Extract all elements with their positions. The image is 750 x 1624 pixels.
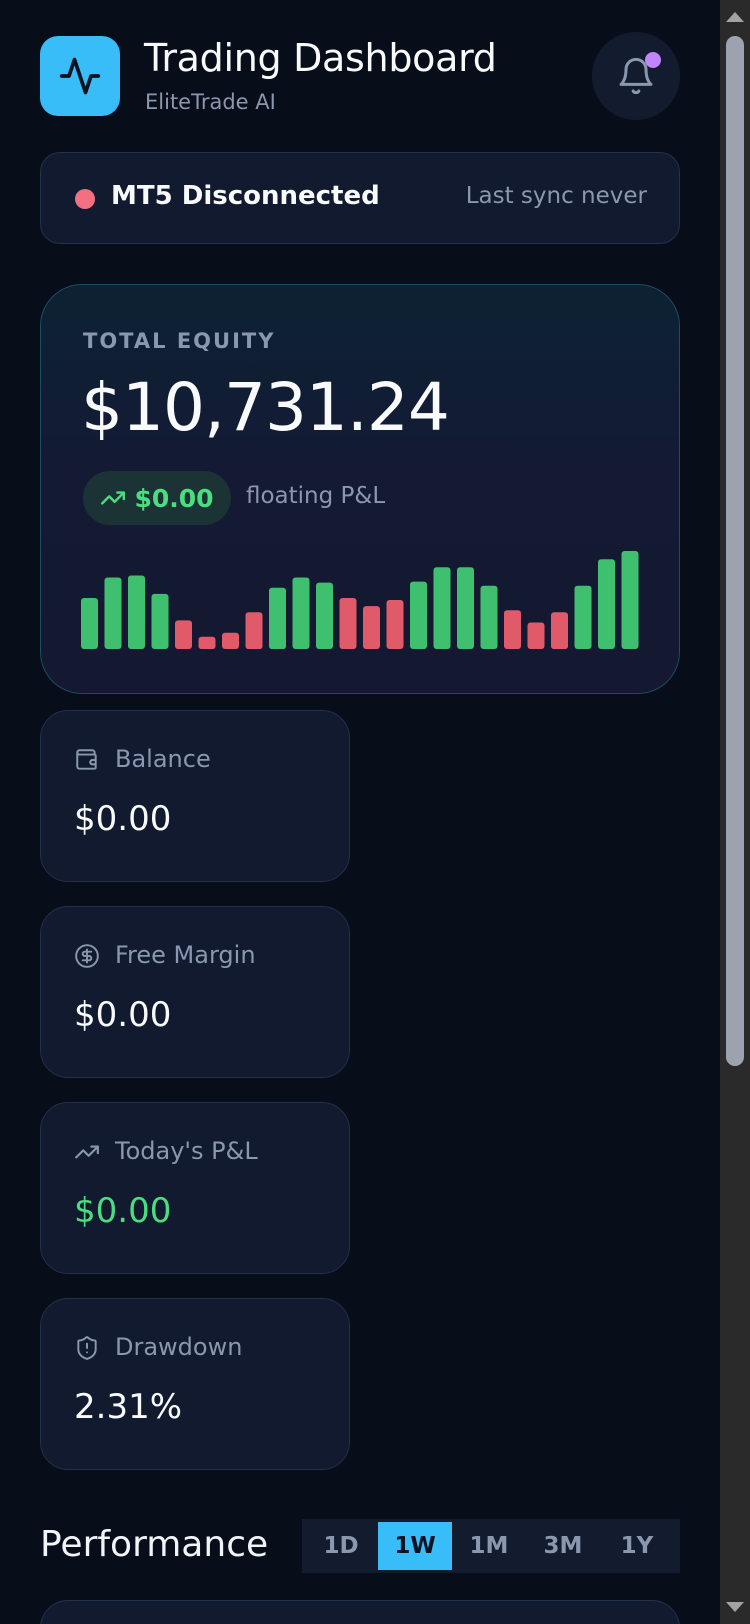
range-1m-button[interactable]: 1M	[452, 1522, 526, 1570]
wallet-icon	[76, 749, 97, 770]
trending-up-icon	[75, 1145, 99, 1159]
equity-bar	[527, 622, 545, 649]
notification-badge	[645, 52, 661, 68]
balance-label: Balance	[115, 745, 211, 773]
connection-status-text: MT5 Disconnected	[111, 181, 380, 211]
equity-bar	[480, 585, 498, 649]
shield-alert-icon	[77, 1336, 97, 1360]
page-title: Trading Dashboard	[144, 36, 497, 80]
balance-card[interactable]: Balance $0.00	[40, 710, 350, 882]
range-1w-button[interactable]: 1W	[378, 1522, 452, 1570]
scrollbar-thumb[interactable]	[726, 36, 744, 1066]
scroll-up-arrow[interactable]	[726, 12, 744, 22]
equity-sparkline-chart	[81, 551, 639, 649]
range-3m-button[interactable]: 3M	[526, 1522, 600, 1570]
todays-pnl-value: $0.00	[74, 1191, 172, 1231]
range-1y-button[interactable]: 1Y	[600, 1522, 674, 1570]
balance-value: $0.00	[74, 799, 172, 839]
equity-bar	[386, 600, 404, 649]
todays-pnl-label: Today's P&L	[115, 1137, 258, 1165]
free-margin-label: Free Margin	[115, 941, 256, 969]
notifications-button[interactable]	[592, 32, 680, 120]
scrollbar[interactable]	[720, 0, 750, 1624]
time-range-selector: 1D 1W 1M 3M 1Y	[302, 1519, 680, 1573]
app-subtitle: EliteTrade AI	[145, 90, 276, 114]
equity-bar	[175, 620, 192, 649]
todays-pnl-card[interactable]: Today's P&L $0.00	[40, 1102, 350, 1274]
last-sync-text: Last sync never	[465, 183, 647, 209]
equity-bar	[433, 567, 451, 649]
equity-bar	[316, 582, 333, 649]
floating-pnl-badge: $0.00	[83, 471, 231, 525]
drawdown-value: 2.31%	[74, 1387, 183, 1427]
scroll-down-arrow[interactable]	[726, 1602, 744, 1612]
free-margin-card[interactable]: Free Margin $0.00	[40, 906, 350, 1078]
equity-bar	[198, 636, 216, 649]
equity-bar	[339, 598, 357, 649]
free-margin-value: $0.00	[74, 995, 172, 1035]
equity-bar	[457, 567, 474, 649]
drawdown-label: Drawdown	[115, 1333, 243, 1361]
equity-bar	[551, 612, 568, 649]
equity-bar	[598, 559, 615, 649]
floating-pnl-value: $0.00	[134, 483, 214, 513]
floating-pnl-label: floating P&L	[246, 483, 386, 509]
equity-bar	[574, 585, 592, 649]
performance-heading: Performance	[40, 1524, 269, 1565]
activity-icon	[59, 57, 101, 95]
connection-status-bar: MT5 Disconnected Last sync never	[40, 152, 680, 244]
equity-value: $10,731.24	[81, 369, 450, 446]
equity-bar	[151, 593, 169, 649]
equity-bar	[222, 632, 239, 649]
equity-bar	[104, 577, 122, 649]
main-content: Trading Dashboard EliteTrade AI MT5 Disc…	[0, 0, 720, 1624]
equity-bar	[245, 612, 263, 649]
drawdown-card[interactable]: Drawdown 2.31%	[40, 1298, 350, 1470]
equity-bar	[363, 606, 380, 649]
equity-bar	[81, 598, 98, 649]
equity-bar	[621, 551, 639, 649]
trending-up-icon	[101, 491, 126, 505]
equity-bar	[504, 610, 521, 649]
performance-chart-card	[40, 1600, 680, 1624]
equity-bar	[410, 581, 427, 649]
equity-label: TOTAL EQUITY	[83, 329, 276, 353]
equity-bar	[269, 587, 286, 649]
range-1d-button[interactable]: 1D	[304, 1522, 378, 1570]
status-indicator-dot	[75, 189, 95, 209]
equity-card: TOTAL EQUITY $10,731.24 $0.00 floating P…	[40, 284, 680, 694]
app-logo	[40, 36, 120, 116]
equity-bar	[292, 577, 310, 649]
dollar-circle-icon	[75, 944, 99, 968]
equity-bar	[128, 575, 145, 649]
page: Trading Dashboard EliteTrade AI MT5 Disc…	[0, 0, 750, 1624]
